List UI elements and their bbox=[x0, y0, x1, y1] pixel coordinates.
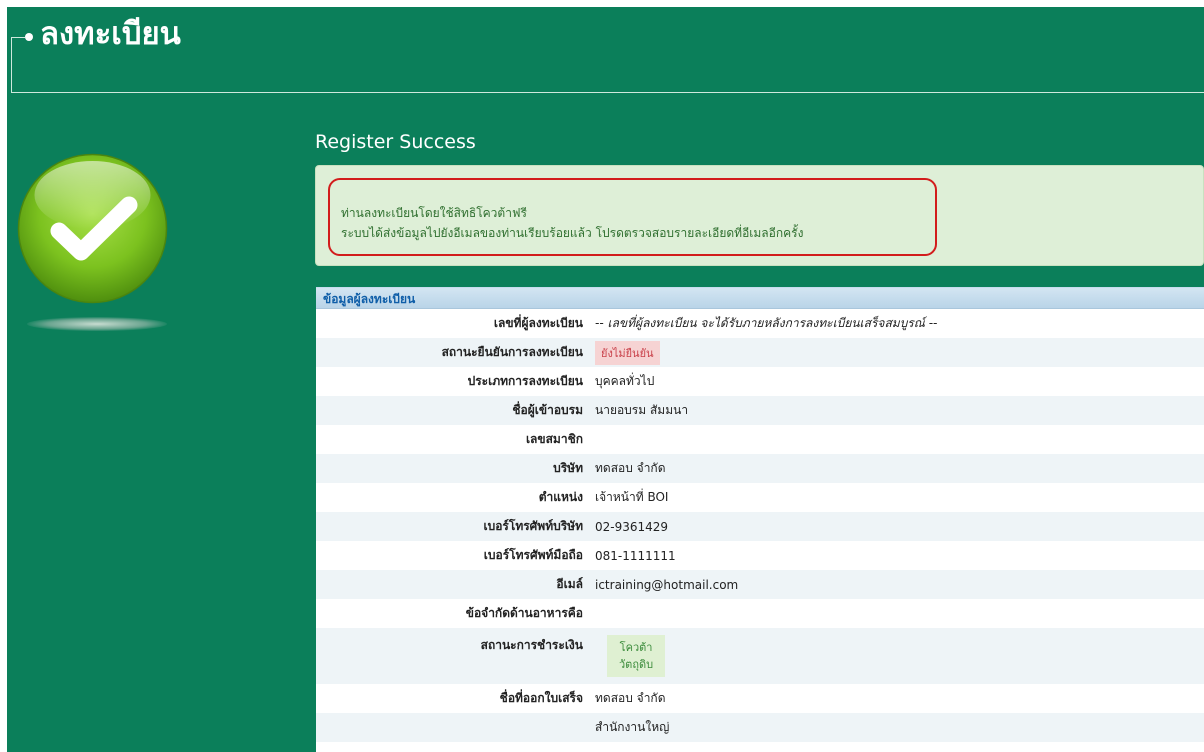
table-row: สถานะยืนยันการลงทะเบียน ยังไม่ยืนยัน bbox=[316, 338, 1204, 367]
registration-no-label: เลขที่ผู้ลงทะเบียน bbox=[493, 316, 583, 330]
status-badge: ยังไม่ยืนยัน bbox=[595, 340, 660, 365]
success-notice: ท่านลงทะเบียนโดยใช้สิทธิโควต้าฟรี ระบบได… bbox=[315, 165, 1204, 266]
notice-line-email: ระบบได้ส่งข้อมูลไปยังอีเมลของท่านเรียบร้… bbox=[341, 226, 804, 240]
branch-value: สำนักงานใหญ่ bbox=[594, 713, 1204, 742]
table-row: ตำแหน่ง เจ้าหน้าที่ BOI bbox=[316, 483, 1204, 512]
member-no-label: เลขสมาชิก bbox=[525, 432, 583, 446]
page-header: ลงทะเบียน bbox=[7, 7, 1204, 93]
table-row: ข้อจำกัดด้านอาหารคือ bbox=[316, 599, 1204, 628]
success-heading: Register Success bbox=[315, 131, 476, 153]
table-row: ชื่อผู้เข้าอบรม นายอบรม สัมมนา bbox=[316, 396, 1204, 425]
registration-type-value: บุคคลทั่วไป bbox=[595, 374, 655, 388]
position-value: เจ้าหน้าที่ BOI bbox=[595, 490, 669, 504]
mobile-phone-label: เบอร์โทรศัพท์มือถือ bbox=[483, 548, 583, 562]
attendee-name-value: นายอบรม สัมมนา bbox=[594, 396, 1204, 425]
food-restriction-label: ข้อจำกัดด้านอาหารคือ bbox=[465, 606, 583, 620]
notice-line-quota: ท่านลงทะเบียนโดยใช้สิทธิโควต้าฟรี bbox=[341, 206, 527, 220]
title-bullet-icon bbox=[25, 33, 33, 41]
company-phone-label: เบอร์โทรศัพท์บริษัท bbox=[316, 512, 594, 541]
table-row: เลขที่ผู้ลงทะเบียน -- เลขที่ผู้ลงทะเบียน… bbox=[316, 309, 1204, 338]
payment-status-label: สถานะการชำระเงิน bbox=[316, 628, 594, 684]
invoice-name-label: ชื่อที่ออกใบเสร็จ bbox=[499, 691, 583, 705]
table-row: เบอร์โทรศัพท์มือถือ 081-1111111 bbox=[316, 541, 1204, 570]
payment-status-line: วัตถุดิบ bbox=[619, 658, 654, 671]
company-value: ทดสอบ จำกัด bbox=[594, 454, 1204, 483]
payment-status-line: โควต้า bbox=[619, 641, 653, 654]
email-value: ictraining@hotmail.com bbox=[594, 570, 1204, 599]
position-label: ตำแหน่ง bbox=[538, 490, 583, 504]
company-label: บริษัท bbox=[316, 454, 594, 483]
branch-label bbox=[316, 713, 594, 742]
table-row: เลขสมาชิก bbox=[316, 425, 1204, 454]
icon-shadow bbox=[27, 317, 167, 331]
title-decoration-line bbox=[11, 37, 25, 38]
mobile-phone-value: 081-1111111 bbox=[595, 548, 676, 563]
page-background: ลงทะเบียน Register Success ท่านลงทะเบียน… bbox=[7, 7, 1204, 752]
registration-type-label: ประเภทการลงทะเบียน bbox=[467, 374, 583, 388]
confirm-status-label: สถานะยืนยันการลงทะเบียน bbox=[316, 338, 594, 367]
check-circle-icon bbox=[17, 153, 168, 304]
table-row: สถานะการชำระเงิน โควต้า วัตถุดิบ bbox=[316, 628, 1204, 684]
food-restriction-value bbox=[594, 599, 1204, 628]
registration-no-value: -- เลขที่ผู้ลงทะเบียน จะได้รับภายหลังการ… bbox=[595, 316, 938, 330]
email-label: อีเมล์ bbox=[316, 570, 594, 599]
table-row: บริษัท ทดสอบ จำกัด bbox=[316, 454, 1204, 483]
page-title: ลงทะเบียน bbox=[40, 16, 181, 52]
title-underline bbox=[11, 92, 1204, 93]
table-row: เบอร์โทรศัพท์บริษัท 02-9361429 bbox=[316, 512, 1204, 541]
company-phone-value: 02-9361429 bbox=[594, 512, 1204, 541]
table-row: ชื่อที่ออกใบเสร็จ ทดสอบ จำกัด bbox=[316, 684, 1204, 713]
member-no-value bbox=[594, 425, 1204, 454]
registrant-details-table: เลขที่ผู้ลงทะเบียน -- เลขที่ผู้ลงทะเบียน… bbox=[316, 309, 1204, 742]
payment-status-badge: โควต้า วัตถุดิบ bbox=[607, 635, 666, 677]
attendee-name-label: ชื่อผู้เข้าอบรม bbox=[316, 396, 594, 425]
table-row: สำนักงานใหญ่ bbox=[316, 713, 1204, 742]
invoice-name-value: ทดสอบ จำกัด bbox=[595, 691, 666, 705]
title-decoration-line bbox=[11, 37, 12, 93]
panel-title: ข้อมูลผู้ลงทะเบียน bbox=[316, 287, 1204, 309]
table-row: ประเภทการลงทะเบียน บุคคลทั่วไป bbox=[316, 367, 1204, 396]
registrant-info-panel: ข้อมูลผู้ลงทะเบียน เลขที่ผู้ลงทะเบียน --… bbox=[316, 287, 1204, 752]
table-row: อีเมล์ ictraining@hotmail.com bbox=[316, 570, 1204, 599]
